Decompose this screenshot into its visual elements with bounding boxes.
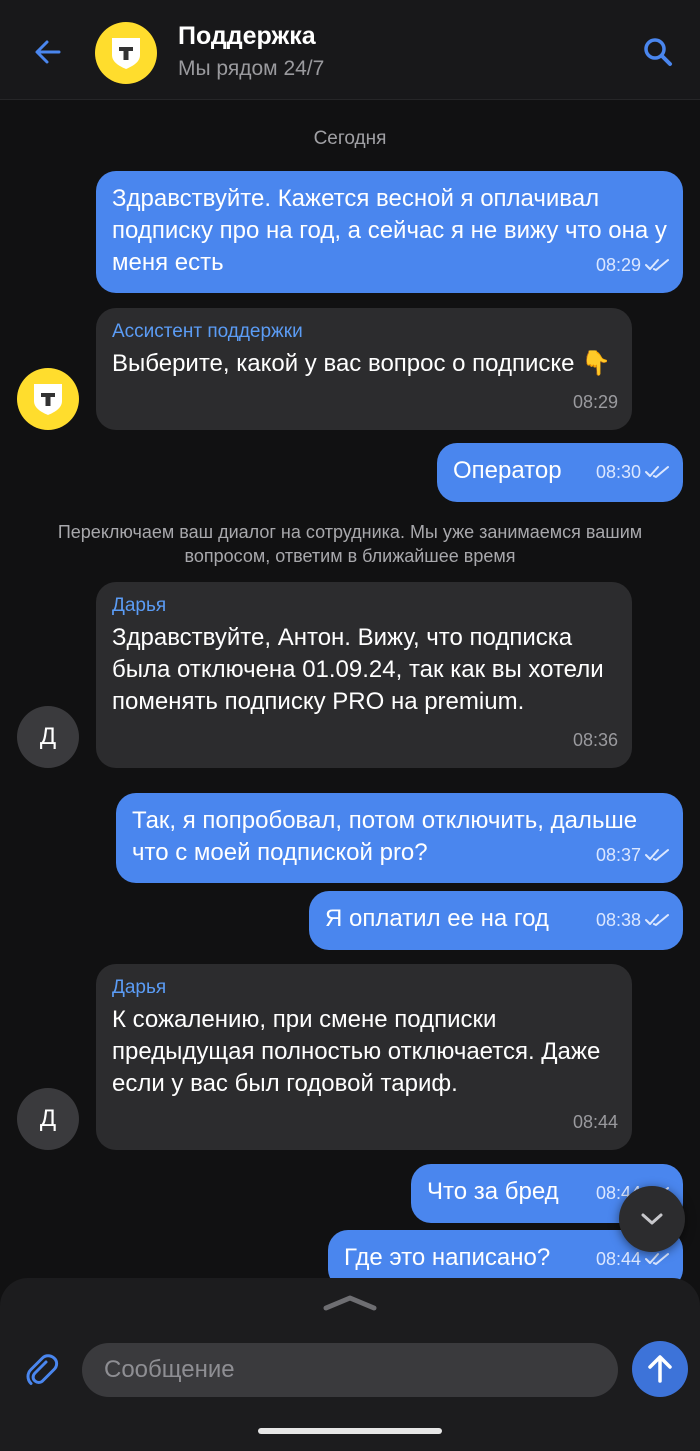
message-text: К сожалению, при смене подписки предыдущ… (112, 1006, 601, 1097)
operator-avatar[interactable]: Д (17, 706, 79, 768)
sender-name: Дарья (112, 977, 167, 998)
message-incoming[interactable]: Дарья К сожалению, при смене подписки пр… (96, 964, 632, 1150)
arrow-up-icon (648, 1355, 672, 1383)
message-meta: 08:29 (596, 249, 669, 281)
double-check-icon (645, 466, 669, 478)
double-check-icon (645, 259, 669, 271)
double-check-icon (645, 849, 669, 861)
message-meta: 08:37 (596, 839, 669, 871)
message-time: 08:29 (572, 392, 618, 412)
operator-avatar[interactable]: Д (17, 1088, 79, 1150)
send-button[interactable] (632, 1341, 688, 1397)
message-time: 08:36 (572, 730, 618, 750)
scroll-down-button[interactable] (619, 1186, 685, 1252)
search-button[interactable] (636, 30, 680, 74)
double-check-icon (645, 1253, 669, 1265)
message-text: Так, я попробовал, потом отключить, даль… (132, 807, 638, 866)
chevron-down-icon (641, 1213, 663, 1225)
message-text: Здравствуйте, Антон. Вижу, что подписка … (112, 624, 604, 715)
arrow-left-icon (35, 40, 61, 64)
sender-name: Ассистент поддержки (112, 321, 303, 342)
message-time: 08:44 (595, 1249, 641, 1269)
message-text: Здравствуйте. Кажется весной я оплачивал… (112, 185, 667, 276)
message-outgoing[interactable]: Так, я попробовал, потом отключить, даль… (116, 793, 683, 883)
double-check-icon (645, 914, 669, 926)
message-meta: 08:29 (573, 386, 618, 418)
expand-handle[interactable] (322, 1292, 378, 1312)
system-message: Переключаем ваш диалог на сотрудника. Мы… (57, 522, 643, 566)
home-indicator[interactable] (258, 1428, 442, 1434)
message-outgoing[interactable]: Оператор 08:30 (437, 443, 683, 502)
message-time: 08:44 (572, 1112, 618, 1132)
chat-header: Поддержка Мы рядом 24/7 (0, 0, 700, 100)
chevron-up-icon (323, 1295, 377, 1311)
message-meta: 08:44 (573, 1106, 618, 1138)
message-meta: 08:36 (573, 724, 618, 756)
chat-subtitle: Мы рядом 24/7 (178, 57, 325, 80)
message-outgoing[interactable]: Я оплатил ее на год 08:38 (309, 891, 683, 950)
search-icon (644, 38, 672, 66)
support-avatar[interactable] (95, 22, 157, 84)
chat-title: Поддержка (178, 22, 316, 50)
t-brand-logo-icon (34, 384, 62, 415)
message-meta: 08:30 (596, 456, 669, 488)
back-button[interactable] (28, 32, 68, 72)
paperclip-icon (26, 1354, 59, 1385)
message-incoming[interactable]: Дарья Здравствуйте, Антон. Вижу, что под… (96, 582, 632, 768)
message-time: 08:38 (595, 910, 641, 930)
message-time: 08:29 (595, 255, 641, 275)
attach-button[interactable] (20, 1348, 64, 1392)
message-text: Выберите, какой у вас вопрос о подписке … (112, 350, 612, 377)
message-meta: 08:38 (596, 904, 669, 936)
assistant-avatar[interactable] (17, 368, 79, 430)
message-time: 08:30 (595, 462, 641, 482)
message-outgoing[interactable]: Здравствуйте. Кажется весной я оплачивал… (96, 171, 683, 293)
date-separator: Сегодня (313, 128, 387, 149)
message-input[interactable] (82, 1343, 618, 1397)
message-incoming[interactable]: Ассистент поддержки Выберите, какой у ва… (96, 308, 632, 430)
message-time: 08:37 (595, 845, 641, 865)
t-brand-logo-icon (112, 38, 140, 69)
sender-name: Дарья (112, 595, 167, 616)
message-list[interactable]: Сегодня Здравствуйте. Кажется весной я о… (0, 100, 700, 1280)
